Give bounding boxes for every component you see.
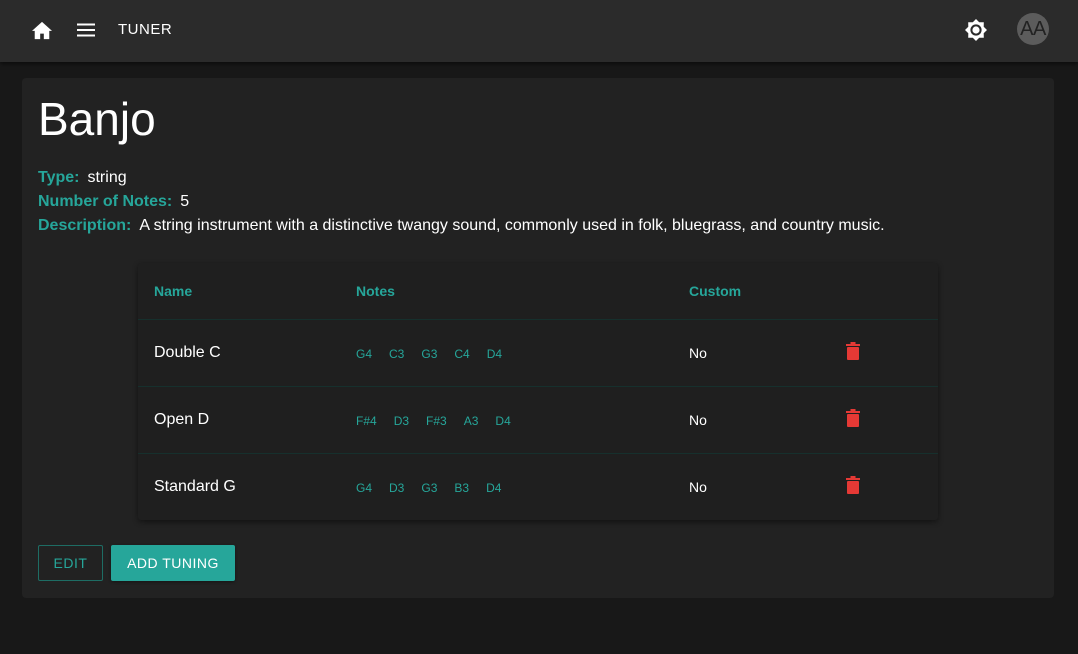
description-label: Description: bbox=[38, 217, 132, 234]
instrument-title: Banjo bbox=[38, 93, 156, 145]
edit-button[interactable]: EDIT bbox=[38, 545, 103, 581]
trash-icon bbox=[846, 409, 860, 427]
column-header-custom[interactable]: Custom bbox=[689, 283, 741, 299]
delete-tuning-button[interactable] bbox=[846, 409, 864, 429]
note-chip: G3 bbox=[421, 481, 438, 495]
tuning-custom: No bbox=[689, 412, 707, 428]
column-header-notes[interactable]: Notes bbox=[356, 283, 395, 299]
note-chip: G3 bbox=[421, 347, 438, 361]
note-chip: D4 bbox=[486, 481, 502, 495]
tuning-notes: G4 D3 G3 B3 D4 bbox=[356, 481, 518, 495]
note-chip: B3 bbox=[454, 481, 470, 495]
table-row[interactable]: Open D F#4 D3 F#3 A3 D4 No bbox=[138, 387, 938, 454]
note-chip: G4 bbox=[356, 481, 373, 495]
note-chip: F#4 bbox=[356, 414, 377, 428]
note-chip: G4 bbox=[356, 347, 373, 361]
note-chip: C4 bbox=[454, 347, 470, 361]
table-row[interactable]: Standard G G4 D3 G3 B3 D4 No bbox=[138, 454, 938, 520]
instrument-description: Description: A string instrument with a d… bbox=[38, 217, 885, 235]
table-row[interactable]: Double C G4 C3 G3 C4 D4 No bbox=[138, 320, 938, 387]
note-count-value: 5 bbox=[180, 193, 190, 210]
note-chip: D3 bbox=[393, 414, 410, 428]
tuning-notes: G4 C3 G3 C4 D4 bbox=[356, 347, 519, 361]
table-header: Name Notes Custom bbox=[138, 263, 938, 320]
theme-toggle-button[interactable] bbox=[962, 16, 990, 44]
brightness-icon bbox=[965, 19, 987, 41]
app-bar: TUNER AA bbox=[0, 0, 1078, 62]
menu-icon bbox=[77, 23, 95, 37]
tunings-table: Name Notes Custom Double C G4 C3 G3 C4 D… bbox=[138, 263, 938, 520]
note-chip: D3 bbox=[389, 481, 405, 495]
add-tuning-button[interactable]: ADD TUNING bbox=[111, 545, 235, 581]
delete-tuning-button[interactable] bbox=[846, 342, 864, 362]
note-count-label: Number of Notes: bbox=[38, 193, 173, 210]
type-label: Type: bbox=[38, 169, 80, 186]
app-title: TUNER bbox=[118, 21, 173, 38]
trash-icon bbox=[846, 342, 860, 360]
home-button[interactable] bbox=[28, 16, 56, 44]
tuning-name: Double C bbox=[154, 344, 221, 361]
tuning-name: Standard G bbox=[154, 478, 236, 495]
note-chip: F#3 bbox=[426, 414, 447, 428]
trash-icon bbox=[846, 476, 860, 494]
note-chip: D4 bbox=[486, 347, 503, 361]
tuning-name: Open D bbox=[154, 411, 210, 428]
tuning-custom: No bbox=[689, 345, 707, 361]
tuning-notes: F#4 D3 F#3 A3 D4 bbox=[356, 414, 528, 428]
instrument-card: Banjo Type: string Number of Notes: 5 Desc… bbox=[22, 78, 1054, 598]
note-chip: C3 bbox=[389, 347, 405, 361]
home-icon bbox=[32, 21, 52, 40]
tuning-custom: No bbox=[689, 479, 707, 495]
menu-button[interactable] bbox=[72, 16, 100, 44]
note-chip: D4 bbox=[495, 414, 511, 428]
instrument-note-count: Number of Notes: 5 bbox=[38, 193, 189, 211]
delete-tuning-button[interactable] bbox=[846, 476, 864, 496]
description-value: A string instrument with a distinctive t… bbox=[139, 217, 885, 234]
type-value: string bbox=[87, 169, 127, 186]
instrument-type: Type: string bbox=[38, 169, 127, 187]
column-header-name[interactable]: Name bbox=[154, 283, 192, 299]
user-avatar[interactable]: AA bbox=[1017, 13, 1049, 45]
note-chip: A3 bbox=[463, 414, 479, 428]
